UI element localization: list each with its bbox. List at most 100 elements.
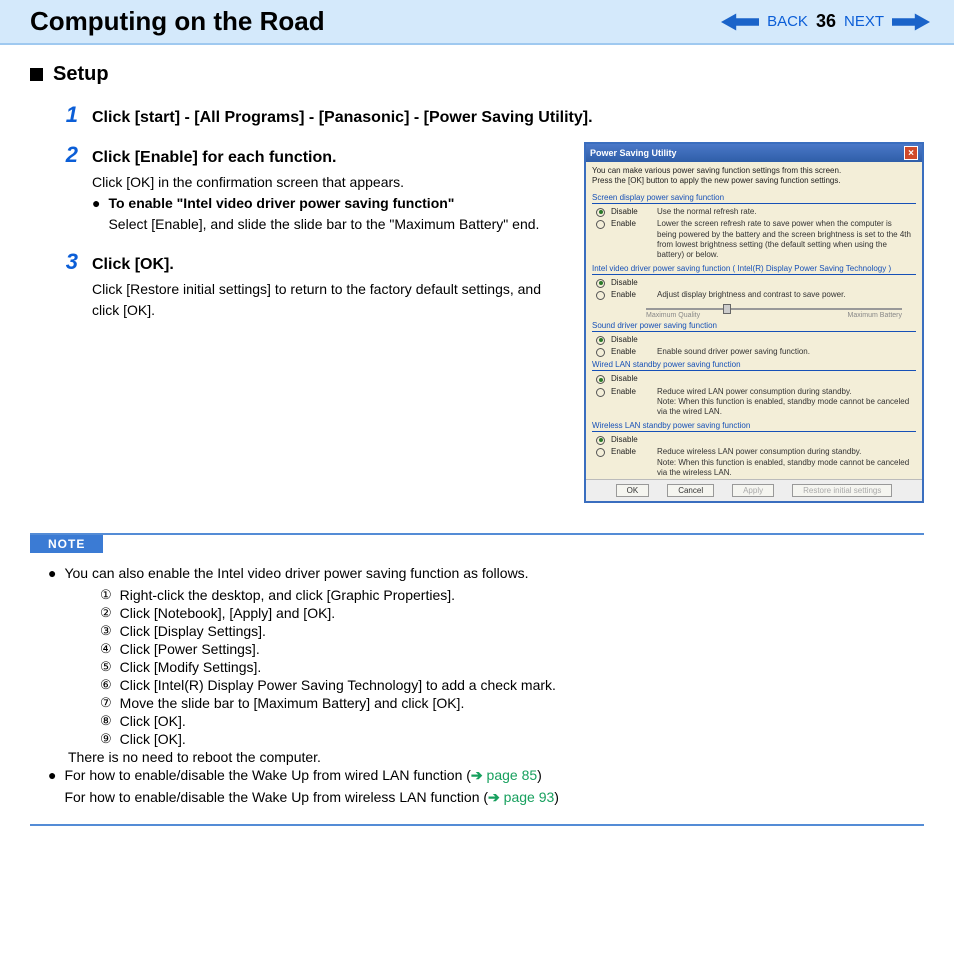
dialog-intro-line: You can make various power saving functi… bbox=[592, 166, 916, 176]
circled-number-icon: ③ bbox=[100, 623, 112, 639]
note-step: Move the slide bar to [Maximum Battery] … bbox=[120, 695, 465, 711]
back-link[interactable]: BACK bbox=[767, 13, 808, 30]
page-link[interactable]: page 85 bbox=[483, 767, 538, 783]
circled-number-icon: ② bbox=[100, 605, 112, 621]
step-text: Click [OK] in the confirmation screen th… bbox=[92, 172, 570, 193]
radio-icon[interactable] bbox=[596, 375, 605, 384]
content-area: Setup 1 Click [start] - [All Programs] -… bbox=[0, 45, 954, 866]
step-title: Click [OK]. bbox=[92, 256, 174, 274]
circled-number-icon: ⑦ bbox=[100, 695, 112, 711]
slider-thumb-icon[interactable] bbox=[723, 304, 731, 314]
option-desc-line: Note: When this function is enabled, sta… bbox=[657, 458, 909, 477]
close-icon[interactable]: × bbox=[904, 146, 918, 160]
note-step: Click [Modify Settings]. bbox=[120, 659, 262, 675]
radio-label: Enable bbox=[611, 347, 651, 357]
option-desc: Enable sound driver power saving functio… bbox=[657, 347, 912, 357]
option-desc: Adjust display brightness and contrast t… bbox=[657, 290, 912, 300]
note-step: Click [OK]. bbox=[120, 731, 186, 747]
dialog-title: Power Saving Utility bbox=[590, 148, 904, 158]
cancel-button[interactable]: Cancel bbox=[667, 484, 714, 497]
option-desc-line: Note: When this function is enabled, sta… bbox=[657, 397, 909, 416]
dialog-screenshot: Power Saving Utility × You can make vari… bbox=[584, 142, 924, 503]
note-label: NOTE bbox=[30, 535, 103, 553]
circled-number-icon: ① bbox=[100, 587, 112, 603]
radio-label: Enable bbox=[611, 387, 651, 418]
group-title: Intel video driver power saving function… bbox=[592, 264, 916, 275]
page-link[interactable]: page 93 bbox=[500, 789, 555, 805]
note-step: Right-click the desktop, and click [Grap… bbox=[120, 587, 455, 603]
note-box: NOTE ● You can also enable the Intel vid… bbox=[30, 533, 924, 826]
dialog-intro: You can make various power saving functi… bbox=[586, 162, 922, 191]
note-step: Click [OK]. bbox=[120, 713, 186, 729]
dialog-titlebar: Power Saving Utility × bbox=[586, 144, 922, 162]
note-text: There is no need to reboot the computer. bbox=[68, 749, 914, 765]
ok-button[interactable]: OK bbox=[616, 484, 650, 497]
radio-label: Disable bbox=[611, 374, 651, 384]
step-1: 1 Click [start] - [All Programs] - [Pana… bbox=[30, 102, 924, 128]
section-heading: Setup bbox=[30, 63, 924, 86]
page-title: Computing on the Road bbox=[30, 6, 721, 37]
step-2: 2 Click [Enable] for each function. Clic… bbox=[30, 142, 570, 235]
radio-label: Enable bbox=[611, 447, 651, 478]
back-arrow-icon[interactable] bbox=[721, 13, 759, 31]
arrow-right-icon: ➔ bbox=[488, 789, 500, 805]
group-title: Wireless LAN standby power saving functi… bbox=[592, 421, 916, 432]
radio-label: Enable bbox=[611, 290, 651, 300]
note-text-fragment: For how to enable/disable the Wake Up fr… bbox=[64, 767, 470, 783]
circled-number-icon: ④ bbox=[100, 641, 112, 657]
radio-label: Disable bbox=[611, 435, 651, 445]
note-step: Click [Notebook], [Apply] and [OK]. bbox=[120, 605, 336, 621]
option-desc-line: Reduce wired LAN power consumption durin… bbox=[657, 387, 852, 396]
bullet-icon: ● bbox=[92, 193, 100, 235]
next-arrow-icon[interactable] bbox=[892, 13, 930, 31]
circled-number-icon: ⑧ bbox=[100, 713, 112, 729]
radio-icon[interactable] bbox=[596, 336, 605, 345]
radio-icon[interactable] bbox=[596, 388, 605, 397]
slider-label-left: Maximum Quality bbox=[646, 312, 700, 319]
nav-controls: BACK 36 NEXT bbox=[721, 11, 930, 32]
page-number: 36 bbox=[816, 11, 836, 32]
note-text: You can also enable the Intel video driv… bbox=[64, 563, 528, 585]
radio-icon[interactable] bbox=[596, 436, 605, 445]
step-text: Click [Restore initial settings] to retu… bbox=[92, 279, 570, 321]
step-number: 3 bbox=[58, 249, 78, 275]
note-text-fragment: For how to enable/disable the Wake Up fr… bbox=[64, 789, 488, 805]
circled-number-icon: ⑨ bbox=[100, 731, 112, 747]
dialog-intro-line: Press the [OK] button to apply the new p… bbox=[592, 176, 916, 186]
note-step: Click [Intel(R) Display Power Saving Tec… bbox=[120, 677, 556, 693]
step-number: 1 bbox=[58, 102, 78, 128]
option-desc: Reduce wireless LAN power consumption du… bbox=[657, 447, 912, 478]
note-text: For how to enable/disable the Wake Up fr… bbox=[64, 765, 558, 808]
restore-button[interactable]: Restore initial settings bbox=[792, 484, 892, 497]
dialog-button-row: OK Cancel Apply Restore initial settings bbox=[586, 479, 922, 501]
radio-label: Disable bbox=[611, 278, 651, 288]
option-desc-line: Reduce wireless LAN power consumption du… bbox=[657, 447, 861, 456]
group-title: Wired LAN standby power saving function bbox=[592, 360, 916, 371]
square-bullet-icon bbox=[30, 68, 43, 81]
arrow-right-icon: ➔ bbox=[471, 767, 483, 783]
section-title: Setup bbox=[53, 63, 109, 86]
header-bar: Computing on the Road BACK 36 NEXT bbox=[0, 0, 954, 45]
step-text: Select [Enable], and slide the slide bar… bbox=[108, 214, 539, 235]
radio-icon[interactable] bbox=[596, 348, 605, 357]
radio-icon[interactable] bbox=[596, 291, 605, 300]
bullet-icon: ● bbox=[48, 765, 56, 808]
circled-number-icon: ⑥ bbox=[100, 677, 112, 693]
radio-icon[interactable] bbox=[596, 208, 605, 217]
group-title: Sound driver power saving function bbox=[592, 321, 916, 332]
radio-label: Disable bbox=[611, 335, 651, 345]
step-title: Click [Enable] for each function. bbox=[92, 149, 336, 167]
radio-icon[interactable] bbox=[596, 279, 605, 288]
radio-icon[interactable] bbox=[596, 220, 605, 229]
radio-icon[interactable] bbox=[596, 448, 605, 457]
option-desc: Use the normal refresh rate. bbox=[657, 207, 912, 217]
note-text-fragment: ) bbox=[554, 789, 559, 805]
circled-number-icon: ⑤ bbox=[100, 659, 112, 675]
slider[interactable]: Maximum Quality Maximum Battery bbox=[646, 308, 902, 319]
step-3: 3 Click [OK]. Click [Restore initial set… bbox=[30, 249, 570, 321]
radio-label: Disable bbox=[611, 207, 651, 217]
slider-label-right: Maximum Battery bbox=[848, 312, 902, 319]
step-subtitle: To enable "Intel video driver power savi… bbox=[108, 195, 454, 211]
next-link[interactable]: NEXT bbox=[844, 13, 884, 30]
apply-button[interactable]: Apply bbox=[732, 484, 774, 497]
